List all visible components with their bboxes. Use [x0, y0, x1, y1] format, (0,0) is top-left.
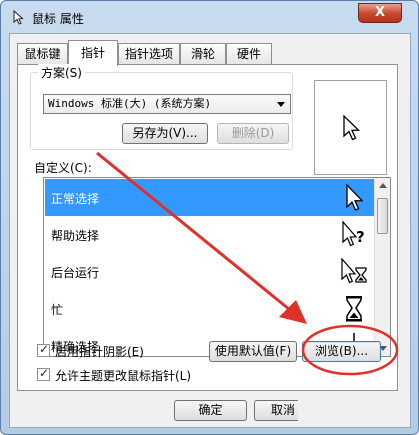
browse-button[interactable]: 浏览(B)... [302, 341, 381, 362]
ok-button[interactable]: 确定 [174, 400, 247, 421]
list-item-label: 忙 [51, 303, 64, 317]
tab-buttons[interactable]: 鼠标键 [17, 43, 68, 65]
cursor-preview [314, 80, 387, 175]
cursor-list[interactable]: 正常选择 帮助选择 ? 后台运行 忙 精确选择 [43, 177, 391, 357]
mouse-properties-window: 鼠标 属性 X 鼠标键 指针 指针选项 滑轮 硬件 方案(S) Windows … [0, 0, 419, 435]
svg-text:?: ? [356, 228, 365, 246]
list-item-working-background[interactable]: 后台运行 [45, 253, 376, 290]
use-default-button[interactable]: 使用默认值(F) [209, 341, 297, 362]
list-item-label: 正常选择 [51, 192, 100, 206]
tab-pointer-options[interactable]: 指针选项 [118, 43, 180, 65]
cancel-button[interactable]: 取消 [254, 400, 298, 421]
list-item-help-select[interactable]: 帮助选择 ? [45, 216, 376, 253]
preview-arrow-cursor-icon [343, 115, 361, 141]
help-cursor-icon: ? [342, 220, 365, 247]
scheme-select[interactable]: Windows 标准(大) (系统方案) [43, 94, 291, 114]
shadow-checkbox[interactable] [37, 342, 50, 357]
tab-pointers[interactable]: 指针 [68, 40, 118, 66]
list-item-normal-select[interactable]: 正常选择 [45, 179, 376, 216]
dialog-client-area: 鼠标键 指针 指针选项 滑轮 硬件 方案(S) Windows 标准(大) (系… [9, 33, 411, 428]
scroll-up-arrow-icon[interactable] [379, 183, 387, 188]
list-item-label: 帮助选择 [51, 229, 100, 243]
working-cursor-icon [341, 257, 367, 284]
theme-checkbox-label[interactable]: 允许主题更改鼠标指针(L) [55, 367, 191, 384]
list-item-busy[interactable]: 忙 [45, 290, 376, 327]
close-button[interactable]: X [358, 3, 402, 23]
busy-hourglass-icon [346, 296, 362, 322]
scheme-selected-value: Windows 标准(大) (系统方案) [48, 97, 212, 110]
arrow-cursor-icon [346, 183, 364, 211]
save-as-button[interactable]: 另存为(V)... [122, 123, 208, 144]
mouse-app-icon [13, 10, 24, 25]
theme-checkbox[interactable] [37, 366, 50, 381]
tab-hardware[interactable]: 硬件 [226, 43, 272, 65]
scheme-label: 方案(S) [38, 64, 85, 81]
window-title: 鼠标 属性 [32, 12, 84, 26]
delete-button[interactable]: 删除(D) [217, 123, 289, 144]
title-bar[interactable]: 鼠标 属性 X [1, 1, 418, 33]
customize-label: 自定义(C): [34, 161, 92, 175]
tab-wheel[interactable]: 滑轮 [180, 43, 226, 65]
scroll-thumb[interactable] [377, 198, 388, 234]
list-item-label: 后台运行 [51, 266, 100, 280]
chevron-down-icon[interactable] [277, 102, 285, 107]
list-scrollbar[interactable] [374, 178, 390, 356]
shadow-checkbox-label[interactable]: 启用指针阴影(E) [55, 343, 144, 360]
